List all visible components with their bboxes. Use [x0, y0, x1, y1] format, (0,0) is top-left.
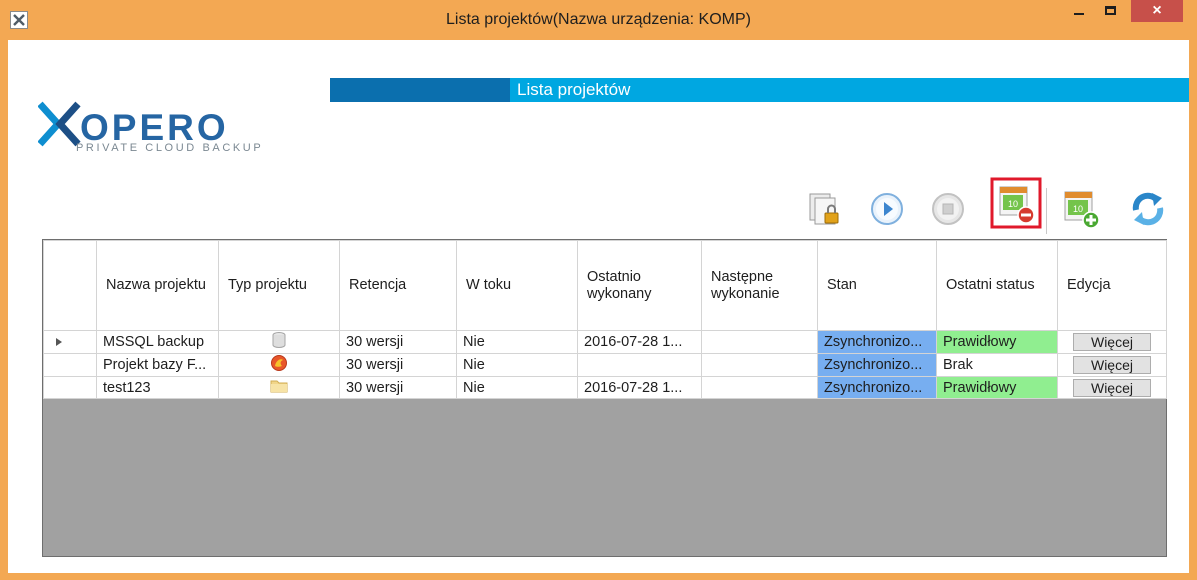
- column-header-state[interactable]: Stan: [817, 240, 937, 331]
- cell-state[interactable]: Zsynchronizo...: [817, 376, 937, 399]
- cell-edit: Więcej: [1057, 353, 1167, 377]
- column-header-label: Nazwa projektu: [106, 277, 206, 293]
- column-header-label: Ostatnio wykonany: [587, 268, 652, 302]
- current-row-arrow-icon: [56, 338, 62, 346]
- copy-lock-button[interactable]: [806, 188, 846, 228]
- more-button[interactable]: Więcej: [1073, 333, 1151, 351]
- calendar-add-day-label: 10: [1073, 204, 1083, 214]
- toolbar-separator: [1046, 188, 1047, 234]
- cell-last-status[interactable]: Prawidłowy: [936, 376, 1058, 399]
- more-button[interactable]: Więcej: [1073, 356, 1151, 374]
- column-header-last-status[interactable]: Ostatni status: [936, 240, 1058, 331]
- delete-schedule-button[interactable]: 10: [990, 177, 1042, 229]
- stop-icon: [932, 193, 964, 225]
- logo-tagline: PRIVATE CLOUD BACKUP: [76, 142, 264, 154]
- cell-in-progress[interactable]: Nie: [456, 330, 578, 354]
- cell-edit: Więcej: [1057, 330, 1167, 354]
- cell-next-run[interactable]: [701, 330, 818, 354]
- page-title: Lista projektów: [517, 80, 631, 99]
- header-banner-accent: [330, 78, 510, 102]
- cell-in-progress[interactable]: Nie: [456, 353, 578, 377]
- column-header-label: Stan: [827, 277, 857, 293]
- cell-edit: Więcej: [1057, 376, 1167, 399]
- row-header-corner: [43, 240, 97, 331]
- play-icon: [871, 193, 903, 225]
- play-button[interactable]: [867, 188, 907, 228]
- table-row[interactable]: test123 30 wersji Nie 2016-07-28 1... Zs…: [43, 376, 1167, 399]
- column-header-retention[interactable]: Retencja: [339, 240, 457, 331]
- cell-state[interactable]: Zsynchronizo...: [817, 330, 937, 354]
- projects-grid[interactable]: Nazwa projektu Typ projektu Retencja W t…: [42, 239, 1167, 557]
- column-header-type[interactable]: Typ projektu: [218, 240, 340, 331]
- refresh-button[interactable]: [1128, 188, 1168, 228]
- cell-last-run[interactable]: 2016-07-28 1...: [577, 376, 702, 399]
- minimize-icon: [1074, 13, 1084, 15]
- cell-name[interactable]: MSSQL backup: [96, 330, 219, 354]
- row-selector[interactable]: [43, 353, 97, 377]
- firebird-icon: [271, 355, 287, 371]
- cell-type[interactable]: [218, 330, 340, 354]
- app-window: Lista projektów(Nazwa urządzenia: KOMP) …: [0, 0, 1197, 580]
- cell-last-status[interactable]: Prawidłowy: [936, 330, 1058, 354]
- row-selector[interactable]: [43, 376, 97, 399]
- cell-retention[interactable]: 30 wersji: [339, 353, 457, 377]
- close-button[interactable]: ×: [1131, 0, 1183, 22]
- column-header-edit[interactable]: Edycja: [1057, 240, 1167, 331]
- calendar-add-icon: 10: [1064, 191, 1100, 229]
- database-icon: [272, 332, 286, 348]
- title-bar[interactable]: Lista projektów(Nazwa urządzenia: KOMP) …: [0, 0, 1197, 40]
- calendar-day-label: 10: [1008, 199, 1018, 209]
- column-header-label: Typ projektu: [228, 277, 307, 293]
- copy-lock-icon: [809, 193, 839, 225]
- cell-last-run[interactable]: [577, 353, 702, 377]
- cell-next-run[interactable]: [701, 376, 818, 399]
- column-header-label: Następne wykonanie: [711, 268, 780, 302]
- row-selector[interactable]: [43, 330, 97, 354]
- cell-last-run[interactable]: 2016-07-28 1...: [577, 330, 702, 354]
- minimize-button[interactable]: [1063, 0, 1095, 22]
- column-header-label: Retencja: [349, 277, 407, 293]
- column-header-in-progress[interactable]: W toku: [456, 240, 578, 331]
- more-button[interactable]: Więcej: [1073, 378, 1151, 397]
- column-header-next-run[interactable]: Następne wykonanie: [701, 240, 818, 331]
- maximize-icon: [1105, 6, 1116, 15]
- column-header-label: Edycja: [1067, 277, 1111, 293]
- close-icon: ×: [1152, 2, 1162, 19]
- column-header-last-run[interactable]: Ostatnio wykonany: [577, 240, 702, 331]
- table-row[interactable]: MSSQL backup 30 wersji Nie 2016-07-28 1.…: [43, 330, 1167, 354]
- cell-retention[interactable]: 30 wersji: [339, 330, 457, 354]
- cell-name[interactable]: test123: [96, 376, 219, 399]
- projects-table: Nazwa projektu Typ projektu Retencja W t…: [43, 240, 1167, 399]
- column-header-label: Ostatni status: [946, 277, 1035, 293]
- column-header-label: W toku: [466, 277, 512, 293]
- maximize-button[interactable]: [1095, 0, 1127, 22]
- cell-type[interactable]: [218, 353, 340, 377]
- calendar-delete-icon: 10: [990, 177, 1042, 229]
- table-header-row: Nazwa projektu Typ projektu Retencja W t…: [43, 240, 1167, 331]
- refresh-icon: [1132, 192, 1164, 226]
- cell-retention[interactable]: 30 wersji: [339, 376, 457, 399]
- cell-last-status[interactable]: Brak: [936, 353, 1058, 377]
- cell-name[interactable]: Projekt bazy F...: [96, 353, 219, 377]
- cell-next-run[interactable]: [701, 353, 818, 377]
- cell-in-progress[interactable]: Nie: [456, 376, 578, 399]
- table-row[interactable]: Projekt bazy F... 30 wersji Nie Zsynchro…: [43, 353, 1167, 377]
- window-title: Lista projektów(Nazwa urządzenia: KOMP): [445, 11, 751, 28]
- folder-icon: [270, 380, 288, 392]
- add-schedule-button[interactable]: 10: [1061, 188, 1101, 229]
- column-header-name[interactable]: Nazwa projektu: [96, 240, 219, 331]
- cell-type[interactable]: [218, 376, 340, 399]
- stop-button[interactable]: [928, 188, 968, 228]
- cell-state[interactable]: Zsynchronizo...: [817, 353, 937, 377]
